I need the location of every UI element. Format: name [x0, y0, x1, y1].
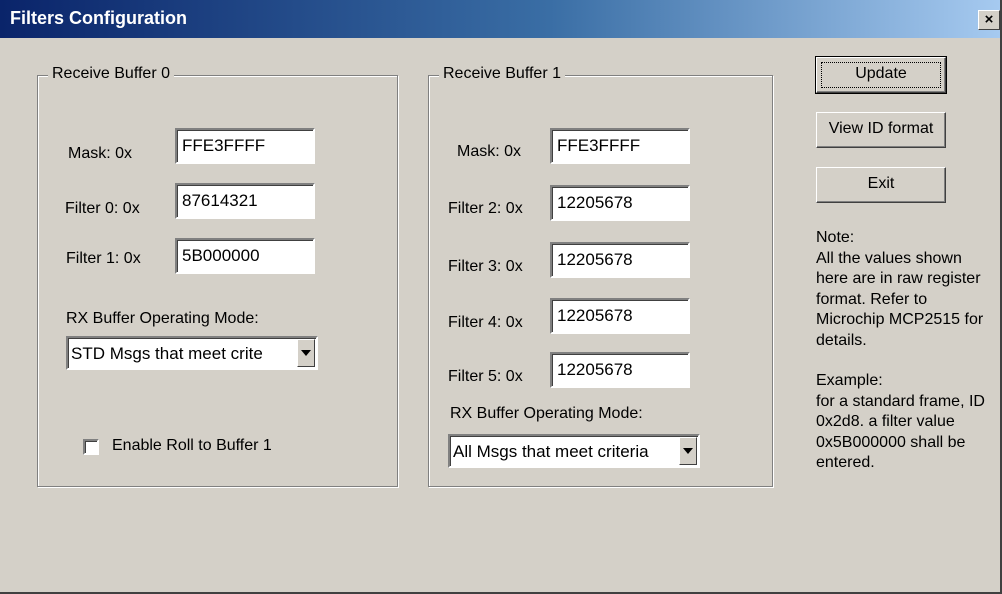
- enable-roll-checkbox[interactable]: [83, 439, 99, 455]
- note-paragraph: Note: All the values shown here are in r…: [816, 229, 984, 349]
- close-button[interactable]: ×: [978, 10, 1000, 30]
- view-id-format-button[interactable]: View ID format: [816, 112, 946, 148]
- enable-roll-label[interactable]: Enable Roll to Buffer 1: [112, 437, 272, 455]
- view-id-format-label: View ID format: [828, 120, 934, 137]
- buffer0-mask-input[interactable]: FFE3FFFF: [175, 128, 315, 164]
- buffer0-mode-value: STD Msgs that meet crite: [71, 344, 263, 363]
- filter4-label: Filter 4: 0x: [448, 314, 523, 331]
- receive-buffer-1-legend: Receive Buffer 1: [439, 65, 565, 83]
- buffer1-mask-input[interactable]: FFE3FFFF: [550, 128, 690, 164]
- buffer1-mode-select[interactable]: All Msgs that meet criteria: [448, 434, 700, 468]
- filter5-value: 12205678: [557, 360, 633, 379]
- buffer1-mode-value: All Msgs that meet criteria: [453, 442, 649, 461]
- update-button[interactable]: Update: [815, 56, 947, 94]
- buffer0-mask-value: FFE3FFFF: [182, 136, 266, 155]
- filter3-input[interactable]: 12205678: [550, 242, 690, 278]
- exit-button[interactable]: Exit: [816, 167, 946, 203]
- title-bar[interactable]: Filters Configuration ×: [0, 0, 1000, 38]
- chevron-down-icon[interactable]: [297, 339, 315, 367]
- buffer1-mode-label: RX Buffer Operating Mode:: [450, 405, 643, 422]
- filter1-label: Filter 1: 0x: [66, 250, 141, 267]
- filter2-label: Filter 2: 0x: [448, 200, 523, 217]
- filter0-label: Filter 0: 0x: [65, 200, 140, 217]
- filters-configuration-window: Filters Configuration × Receive Buffer 0…: [0, 0, 1002, 594]
- receive-buffer-0-legend: Receive Buffer 0: [48, 65, 174, 83]
- example-paragraph: Example: for a standard frame, ID 0x2d8.…: [816, 372, 985, 471]
- filter3-label: Filter 3: 0x: [448, 258, 523, 275]
- filter0-input[interactable]: 87614321: [175, 183, 315, 219]
- update-button-label: Update: [855, 65, 907, 82]
- chevron-down-icon[interactable]: [679, 437, 697, 465]
- buffer0-mode-select[interactable]: STD Msgs that meet crite: [66, 336, 318, 370]
- filter5-input[interactable]: 12205678: [550, 352, 690, 388]
- filter1-input[interactable]: 5B000000: [175, 238, 315, 274]
- close-icon: ×: [984, 11, 994, 28]
- buffer1-mask-label: Mask: 0x: [457, 143, 522, 160]
- buffer1-mask-value: FFE3FFFF: [557, 136, 641, 155]
- exit-button-label: Exit: [867, 175, 895, 192]
- filter3-value: 12205678: [557, 250, 633, 269]
- buffer0-mode-label: RX Buffer Operating Mode:: [66, 310, 259, 327]
- filter4-value: 12205678: [557, 306, 633, 325]
- filter2-value: 12205678: [557, 193, 633, 212]
- filter1-value: 5B000000: [182, 246, 260, 265]
- filter0-value: 87614321: [182, 191, 258, 210]
- filter2-input[interactable]: 12205678: [550, 185, 690, 221]
- filter4-input[interactable]: 12205678: [550, 298, 690, 334]
- window-title: Filters Configuration: [10, 8, 187, 28]
- note-panel: Note: All the values shown here are in r…: [816, 228, 996, 474]
- buffer0-mask-label: Mask: 0x: [68, 145, 133, 162]
- filter5-label: Filter 5: 0x: [448, 368, 523, 385]
